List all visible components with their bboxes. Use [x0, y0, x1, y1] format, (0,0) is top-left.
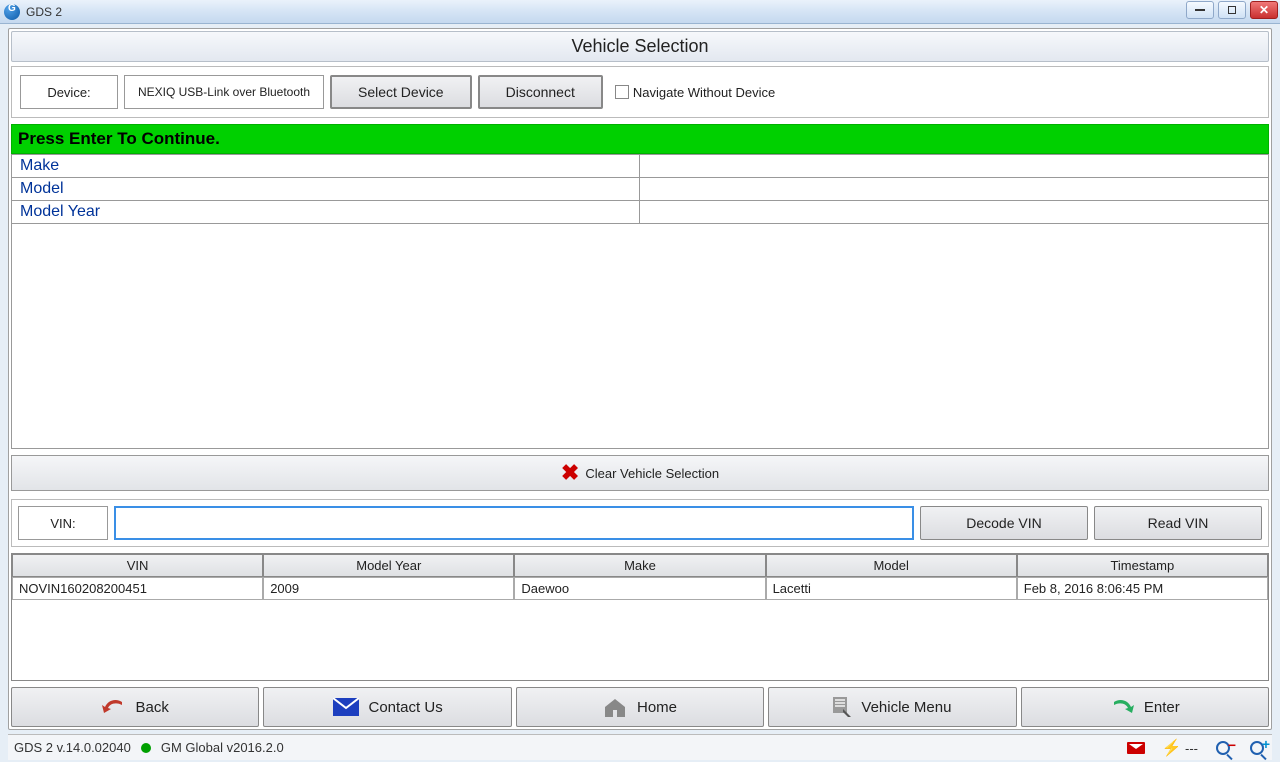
selection-row-model[interactable]: Model	[12, 177, 1268, 200]
main-panel: Vehicle Selection Device: NEXIQ USB-Link…	[8, 28, 1272, 730]
disconnect-button[interactable]: Disconnect	[478, 75, 603, 109]
navigate-without-device-checkbox[interactable]	[615, 85, 629, 99]
selection-grid: Make Model Model Year	[11, 154, 1269, 224]
selection-row-make[interactable]: Make	[12, 154, 1268, 177]
vehicle-menu-label: Vehicle Menu	[861, 699, 951, 716]
read-vin-button[interactable]: Read VIN	[1094, 506, 1262, 540]
home-label: Home	[637, 699, 677, 716]
cell-model: Lacetti	[766, 577, 1017, 600]
col-make[interactable]: Make	[514, 554, 765, 577]
device-name: NEXIQ USB-Link over Bluetooth	[124, 75, 324, 109]
cell-timestamp: Feb 8, 2016 8:06:45 PM	[1017, 577, 1268, 600]
back-label: Back	[136, 699, 169, 716]
device-label: Device:	[20, 75, 118, 109]
vin-input[interactable]	[114, 506, 914, 540]
col-timestamp[interactable]: Timestamp	[1017, 554, 1268, 577]
status-indicator-icon	[141, 743, 151, 753]
clear-vehicle-selection-label: Clear Vehicle Selection	[585, 466, 719, 481]
app-icon	[4, 4, 20, 20]
status-message: Press Enter To Continue.	[11, 124, 1269, 154]
cell-make: Daewoo	[514, 577, 765, 600]
clear-vehicle-selection-button[interactable]: ✖ Clear Vehicle Selection	[11, 455, 1269, 491]
selection-value-model-year	[640, 201, 1268, 223]
enter-button[interactable]: Enter	[1021, 687, 1269, 727]
clear-icon: ✖	[561, 460, 579, 486]
bolt-icon: ⚡	[1161, 740, 1181, 757]
col-vin[interactable]: VIN	[12, 554, 263, 577]
window-title: GDS 2	[26, 5, 62, 19]
global-version: GM Global v2016.2.0	[161, 740, 284, 755]
vin-label: VIN:	[18, 506, 108, 540]
home-icon	[603, 697, 627, 717]
contact-button[interactable]: Contact Us	[263, 687, 511, 727]
selection-empty-area	[11, 224, 1269, 449]
col-model-year[interactable]: Model Year	[263, 554, 514, 577]
table-row[interactable]: NOVIN160208200451 2009 Daewoo Lacetti Fe…	[12, 577, 1268, 600]
contact-label: Contact Us	[369, 699, 443, 716]
status-bar: GDS 2 v.14.0.02040 GM Global v2016.2.0 ⚡…	[8, 734, 1272, 760]
selection-key-model: Model	[12, 178, 640, 200]
enter-icon	[1110, 698, 1134, 716]
vin-row: VIN: Decode VIN Read VIN	[11, 499, 1269, 547]
connection-text: ---	[1185, 741, 1198, 756]
page-title: Vehicle Selection	[11, 31, 1269, 62]
mail-status-icon[interactable]	[1127, 739, 1145, 757]
app-version: GDS 2 v.14.0.02040	[14, 740, 131, 755]
nav-row: Back Contact Us Home Vehicle Menu	[11, 687, 1269, 727]
connection-status: ⚡ ---	[1161, 738, 1198, 758]
close-button[interactable]: ✕	[1250, 1, 1278, 19]
select-device-button[interactable]: Select Device	[330, 75, 472, 109]
cell-model-year: 2009	[263, 577, 514, 600]
minimize-button[interactable]	[1186, 1, 1214, 19]
back-icon	[102, 698, 126, 716]
navigate-without-device-label: Navigate Without Device	[633, 85, 775, 100]
zoom-out-button[interactable]	[1214, 739, 1232, 757]
cell-vin: NOVIN160208200451	[12, 577, 263, 600]
selection-value-make	[640, 155, 1268, 177]
enter-label: Enter	[1144, 699, 1180, 716]
decode-vin-button[interactable]: Decode VIN	[920, 506, 1088, 540]
selection-key-make: Make	[12, 155, 640, 177]
selection-value-model	[640, 178, 1268, 200]
selection-row-model-year[interactable]: Model Year	[12, 200, 1268, 223]
mail-icon	[333, 698, 359, 716]
zoom-in-button[interactable]	[1248, 739, 1266, 757]
history-table: VIN Model Year Make Model Timestamp NOVI…	[11, 553, 1269, 681]
device-row: Device: NEXIQ USB-Link over Bluetooth Se…	[11, 66, 1269, 118]
titlebar: GDS 2 ✕	[0, 0, 1280, 24]
home-button[interactable]: Home	[516, 687, 764, 727]
col-model[interactable]: Model	[766, 554, 1017, 577]
selection-key-model-year: Model Year	[12, 201, 640, 223]
menu-icon	[833, 697, 851, 717]
maximize-button[interactable]	[1218, 1, 1246, 19]
back-button[interactable]: Back	[11, 687, 259, 727]
vehicle-menu-button[interactable]: Vehicle Menu	[768, 687, 1016, 727]
